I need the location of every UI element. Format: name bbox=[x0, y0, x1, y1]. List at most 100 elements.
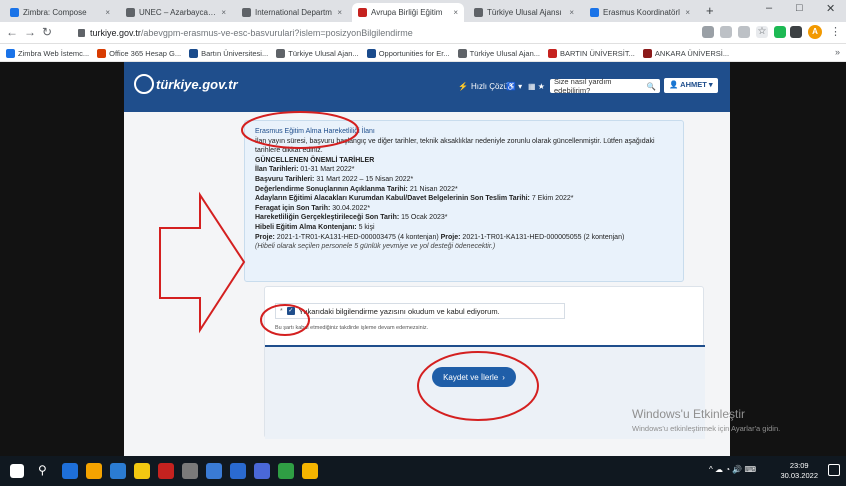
bookmark-label: ANKARA ÜNİVERSİ... bbox=[654, 48, 730, 58]
user-menu-button[interactable]: 👤 AHMET ▾ bbox=[664, 78, 718, 93]
tab-favicon-icon bbox=[242, 8, 251, 17]
browser-tab[interactable]: International Departm × bbox=[236, 3, 348, 22]
share-icon[interactable] bbox=[738, 26, 750, 38]
browser-tab[interactable]: Zimbra: Compose × bbox=[4, 3, 116, 22]
menu-kebab-icon[interactable]: ⋮ bbox=[830, 25, 841, 38]
bookmark-label: Zimbra Web İstemc... bbox=[18, 48, 90, 58]
app-icon-3[interactable] bbox=[206, 463, 222, 479]
tab-close-icon[interactable]: × bbox=[105, 8, 110, 17]
forward-icon[interactable]: → bbox=[24, 25, 36, 39]
url-host: turkiye.gov.tr bbox=[90, 28, 141, 38]
tab-close-icon[interactable]: × bbox=[569, 8, 574, 17]
app-icon-4[interactable] bbox=[230, 463, 246, 479]
file-explorer-icon[interactable] bbox=[134, 463, 150, 479]
bookmark-item[interactable]: Office 365 Hesap G... bbox=[97, 48, 182, 58]
user-icon: 👤 bbox=[669, 80, 679, 89]
minimize-icon[interactable]: – bbox=[766, 2, 772, 14]
browser-tab[interactable]: Erasmus Koordinatörl × bbox=[584, 3, 696, 22]
announcement-box: Erasmus Eğitim Alma Hareketliliği İlanı … bbox=[244, 120, 684, 282]
maximize-icon[interactable]: □ bbox=[796, 2, 803, 14]
tab-label: Avrupa Birliği Eğitim bbox=[371, 8, 443, 17]
tab-label: Türkiye Ulusal Ajansı bbox=[487, 8, 562, 17]
close-window-icon[interactable]: ✕ bbox=[826, 2, 835, 15]
taskbar-clock[interactable]: 23:09 30.03.2022 bbox=[780, 461, 818, 481]
tab-close-icon[interactable]: × bbox=[453, 8, 458, 17]
tab-close-icon[interactable]: × bbox=[337, 8, 342, 17]
bookmark-item[interactable]: BARTIN ÜNİVERSİT... bbox=[548, 48, 635, 58]
bookmark-item[interactable]: ANKARA ÜNİVERSİ... bbox=[642, 48, 730, 58]
chrome-icon[interactable] bbox=[86, 463, 102, 479]
browser-tab[interactable]: Türkiye Ulusal Ajansı × bbox=[468, 3, 580, 22]
acknowledgement-label: Yukarıdaki bilgilendirme yazısını okudum… bbox=[298, 306, 500, 316]
search-icon[interactable]: ⚲ bbox=[38, 463, 54, 479]
bookmark-favicon-icon bbox=[366, 48, 376, 58]
site-search-input[interactable]: Size nasıl yardım edebilirim? 🔍 bbox=[550, 77, 660, 95]
notification-icon[interactable] bbox=[828, 464, 840, 476]
profile-avatar[interactable]: A bbox=[808, 25, 822, 39]
bookmarks-overflow-icon[interactable]: » bbox=[835, 47, 840, 57]
tab-label: UNEC – Azarbaycan D bbox=[139, 8, 218, 17]
date-line: Hareketliliğin Gerçekleştirileceği Son T… bbox=[255, 214, 448, 222]
bookmark-favicon-icon bbox=[97, 48, 107, 58]
chevron-down-icon: ▾ bbox=[708, 80, 713, 89]
date-line: Başvuru Tarihleri: 31 Mart 2022 – 15 Nis… bbox=[255, 175, 414, 183]
date-line: Değerlendirme Sonuçlarının Açıklanma Tar… bbox=[255, 185, 458, 193]
chevron-right-icon: › bbox=[502, 372, 505, 382]
acknowledgement-checkbox-row[interactable]: * ✓ Yukarıdaki bilgilendirme yazısını ok… bbox=[275, 303, 565, 319]
tab-label: Zimbra: Compose bbox=[23, 8, 87, 17]
app-icon-6[interactable] bbox=[278, 463, 294, 479]
windows-taskbar: ⚲ ^ ☁ ◔ 🔊 ⌨ 23:09 30.03.2022 bbox=[0, 456, 846, 486]
bookmark-item[interactable]: Türkiye Ulusal Ajan... bbox=[276, 48, 359, 58]
tab-close-icon[interactable]: × bbox=[221, 8, 226, 17]
puzzle-icon[interactable] bbox=[790, 26, 802, 38]
app-icon-7[interactable] bbox=[302, 463, 318, 479]
bookmark-favicon-icon bbox=[642, 48, 652, 58]
grid-menu-icon[interactable]: ▦ ★ bbox=[528, 82, 545, 91]
bookmark-item[interactable]: Bartın Üniversitesi... bbox=[189, 48, 268, 58]
tab-label: International Departm bbox=[255, 8, 332, 17]
bookmark-favicon-icon bbox=[548, 48, 558, 58]
browser-toolbar: ← → ↻ turkiye.gov.tr /abevgpm-erasmus-ve… bbox=[0, 22, 846, 44]
tab-favicon-icon bbox=[126, 8, 135, 17]
app-icon-5[interactable] bbox=[254, 463, 270, 479]
address-bar[interactable]: turkiye.gov.tr /abevgpm-erasmus-ve-esc-b… bbox=[78, 25, 678, 41]
tab-close-icon[interactable]: × bbox=[685, 8, 690, 17]
logo-text: türkiye.gov.tr bbox=[156, 76, 238, 92]
bookmark-label: BARTIN ÜNİVERSİT... bbox=[560, 48, 635, 58]
tab-favicon-icon bbox=[590, 8, 599, 17]
bookmark-item[interactable]: Türkiye Ulusal Ajan... bbox=[457, 48, 540, 58]
edge-icon[interactable] bbox=[62, 463, 78, 479]
system-tray-icons[interactable]: ^ ☁ ◔ 🔊 ⌨ bbox=[709, 465, 756, 474]
save-continue-button[interactable]: Kaydet ve İlerle › bbox=[432, 367, 516, 387]
tab-favicon-icon bbox=[358, 8, 367, 17]
site-logo[interactable]: türkiye.gov.tr bbox=[134, 74, 238, 94]
accessibility-icon[interactable]: ♿ ▾ bbox=[506, 82, 522, 91]
bookmark-favicon-icon bbox=[276, 48, 286, 58]
site-header: türkiye.gov.tr ⚡ Hızlı Çözüm ♿ ▾ ▦ ★ Siz… bbox=[124, 62, 730, 112]
announcement-title-link[interactable]: Erasmus Eğitim Alma Hareketliliği İlanı bbox=[255, 127, 673, 137]
tab-favicon-icon bbox=[474, 8, 483, 17]
zoom-icon[interactable] bbox=[720, 26, 732, 38]
windows-start-icon[interactable] bbox=[10, 464, 24, 478]
app-icon-1[interactable] bbox=[110, 463, 126, 479]
back-icon[interactable]: ← bbox=[6, 25, 18, 39]
browser-tab[interactable]: Avrupa Birliği Eğitim × bbox=[352, 3, 464, 22]
acknowledgement-checkbox[interactable]: ✓ bbox=[286, 307, 295, 315]
bookmark-favicon-icon bbox=[189, 48, 199, 58]
reload-icon[interactable]: ↻ bbox=[42, 25, 52, 39]
search-icon[interactable]: 🔍 bbox=[647, 82, 656, 91]
translate-icon[interactable] bbox=[702, 26, 714, 38]
bookmark-item[interactable]: Zimbra Web İstemc... bbox=[6, 48, 90, 58]
logo-mark-icon bbox=[134, 74, 154, 94]
extension-icon[interactable] bbox=[774, 26, 786, 38]
pdf-icon[interactable] bbox=[158, 463, 174, 479]
date-line: Adayların Eğitimi Alacakları Kurumdan Ka… bbox=[255, 195, 574, 203]
star-icon[interactable]: ☆ bbox=[756, 26, 768, 38]
new-tab-button[interactable]: + bbox=[706, 3, 714, 19]
bookmark-label: Office 365 Hesap G... bbox=[109, 48, 182, 58]
bolt-icon: ⚡ bbox=[458, 82, 468, 91]
announcement-intro: İlan yayın süresi, başvuru başlangıç ve … bbox=[255, 137, 655, 155]
browser-tab[interactable]: UNEC – Azarbaycan D × bbox=[120, 3, 232, 22]
bookmark-item[interactable]: Opportunities for Er... bbox=[366, 48, 450, 58]
app-icon-2[interactable] bbox=[182, 463, 198, 479]
